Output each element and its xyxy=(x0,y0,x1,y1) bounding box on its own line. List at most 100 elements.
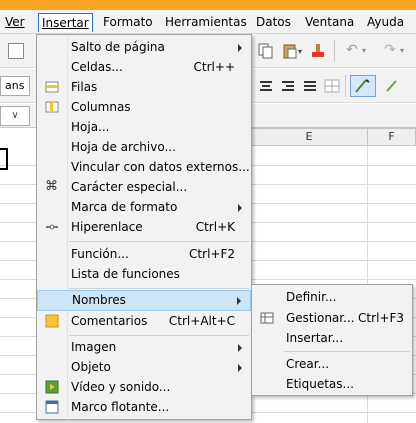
align-center-icon[interactable] xyxy=(258,78,274,94)
chevron-down-icon[interactable]: ▾ xyxy=(400,46,416,62)
wrap-text-icon[interactable] xyxy=(350,75,376,97)
menu-ver-label: Ver xyxy=(5,15,25,29)
special-character-icon: ⌘ xyxy=(45,179,58,194)
submenu-arrow-icon xyxy=(238,204,242,212)
menu-item-marco-flotante[interactable]: Marco flotante... xyxy=(37,398,251,417)
menu-item-label: Nombres xyxy=(72,293,126,307)
menu-item-comentarios[interactable]: Comentarios Ctrl+Alt+C xyxy=(37,312,251,331)
menu-item-columnas[interactable]: Columnas xyxy=(37,98,251,117)
name-box[interactable]: ∨ xyxy=(0,106,30,126)
menu-datos-label: Datos xyxy=(256,15,291,29)
menu-item-nombres[interactable]: Nombres xyxy=(37,290,251,311)
menu-item-label: Hoja... xyxy=(71,120,110,134)
copy-icon[interactable] xyxy=(258,43,274,59)
submenu-item-gestionar[interactable]: Gestionar... Ctrl+F3 xyxy=(252,309,412,328)
column-header-e[interactable]: E xyxy=(250,128,368,146)
cell-cursor xyxy=(0,168,8,170)
column-header-f[interactable]: F xyxy=(367,128,416,146)
names-submenu: Definir... Gestionar... Ctrl+F3 Insertar… xyxy=(251,284,413,396)
menu-separator xyxy=(69,335,249,336)
align-right-icon[interactable] xyxy=(280,78,296,94)
menu-item-label: Comentarios xyxy=(71,314,148,328)
cell-cursor xyxy=(6,148,8,170)
font-name-value: ans xyxy=(5,79,25,92)
menu-ayuda[interactable]: Ayuda xyxy=(364,13,407,32)
pencil-icon[interactable] xyxy=(384,78,400,94)
menu-item-shortcut: Ctrl++ xyxy=(193,60,235,74)
menu-ventana-label: Ventana xyxy=(305,15,355,29)
menu-separator xyxy=(69,288,249,289)
clone-formatting-icon[interactable] xyxy=(310,43,326,59)
menu-item-lista-de-funciones[interactable]: Lista de funciones xyxy=(37,265,251,284)
menu-insertar[interactable]: Insertar xyxy=(38,13,93,32)
chevron-down-icon[interactable]: ▾ xyxy=(362,46,378,62)
menu-item-hoja[interactable]: Hoja... xyxy=(37,118,251,137)
toolbar-separator xyxy=(345,75,346,97)
font-name-input[interactable]: ans xyxy=(0,76,30,96)
menu-bar: Ver Insertar Formato Herramientas Datos … xyxy=(0,10,416,34)
submenu-item-definir[interactable]: Definir... xyxy=(252,288,412,307)
menu-item-celdas[interactable]: Celdas... Ctrl++ xyxy=(37,58,251,77)
submenu-arrow-icon xyxy=(237,297,241,305)
redo-icon[interactable]: ↷ xyxy=(384,42,400,58)
menu-item-shortcut: Ctrl+Alt+C xyxy=(168,314,235,328)
submenu-item-etiquetas[interactable]: Etiquetas... xyxy=(252,375,412,394)
submenu-item-label: Insertar... xyxy=(286,331,344,345)
menu-item-imagen[interactable]: Imagen xyxy=(37,338,251,357)
menu-formato[interactable]: Formato xyxy=(100,13,156,32)
submenu-item-insertar[interactable]: Insertar... xyxy=(252,329,412,348)
manage-names-icon xyxy=(260,311,274,325)
menu-ver[interactable]: Ver xyxy=(2,13,28,32)
menu-item-label: Hiperenlace xyxy=(71,220,143,234)
submenu-arrow-icon xyxy=(238,44,242,52)
insert-menu: Salto de página Celdas... Ctrl++ Filas C… xyxy=(36,34,252,420)
undo-icon[interactable]: ↶ xyxy=(346,42,362,58)
menu-item-hiperenlace[interactable]: Hiperenlace Ctrl+K xyxy=(37,218,251,237)
menu-ayuda-label: Ayuda xyxy=(367,15,405,29)
menu-item-salto-de-pagina[interactable]: Salto de página xyxy=(37,38,251,57)
menu-item-filas[interactable]: Filas xyxy=(37,78,251,97)
menu-item-video-y-sonido[interactable]: Vídeo y sonido... xyxy=(37,378,251,397)
menu-item-label: Marco flotante... xyxy=(71,400,170,414)
justify-icon[interactable] xyxy=(302,78,318,94)
menu-item-label: Lista de funciones xyxy=(71,267,180,281)
menu-item-marca-de-formato[interactable]: Marca de formato xyxy=(37,198,251,217)
menu-item-funcion[interactable]: Función... Ctrl+F2 xyxy=(37,245,251,264)
menu-item-label: Vincular con datos externos... xyxy=(71,160,250,174)
menu-herramientas[interactable]: Herramientas xyxy=(162,13,250,32)
menu-ventana[interactable]: Ventana xyxy=(302,13,357,32)
menu-item-label: Celdas... xyxy=(71,60,123,74)
floating-frame-icon xyxy=(45,400,59,414)
menu-herramientas-label: Herramientas xyxy=(165,15,247,29)
menu-datos[interactable]: Datos xyxy=(253,13,294,32)
toolbar-separator xyxy=(334,40,335,62)
media-icon xyxy=(45,380,59,394)
submenu-item-label: Definir... xyxy=(286,290,337,304)
insert-columns-icon xyxy=(45,100,59,114)
menu-formato-label: Formato xyxy=(103,15,153,29)
menu-item-label: Carácter especial... xyxy=(71,180,188,194)
submenu-arrow-icon xyxy=(238,364,242,372)
menu-item-label: Imagen xyxy=(71,340,117,354)
menu-item-objeto[interactable]: Objeto xyxy=(37,358,251,377)
menu-item-label: Objeto xyxy=(71,360,111,374)
menu-item-label: Marca de formato xyxy=(71,200,178,214)
menu-item-label: Columnas xyxy=(71,100,131,114)
menu-item-label: Filas xyxy=(71,80,98,94)
menu-item-caracter-especial[interactable]: ⌘ Carácter especial... xyxy=(37,178,251,197)
insert-rows-icon xyxy=(45,80,59,94)
menu-item-vincular-datos-externos[interactable]: Vincular con datos externos... xyxy=(37,158,251,177)
name-box-value: ∨ xyxy=(11,110,19,121)
submenu-item-crear[interactable]: Crear... xyxy=(252,355,412,374)
column-header-e-label: E xyxy=(305,130,313,143)
merge-cells-icon[interactable] xyxy=(324,78,340,94)
hyperlink-icon xyxy=(45,220,59,234)
menu-item-hoja-de-archivo[interactable]: Hoja de archivo... xyxy=(37,138,251,157)
menu-item-shortcut: Ctrl+K xyxy=(195,220,235,234)
title-bar-strip xyxy=(0,0,416,10)
submenu-item-label: Etiquetas... xyxy=(286,377,354,391)
paste-icon[interactable] xyxy=(282,43,298,59)
menu-item-label: Función... xyxy=(71,247,129,261)
menu-item-label: Hoja de archivo... xyxy=(71,140,176,154)
email-icon[interactable] xyxy=(8,43,24,59)
